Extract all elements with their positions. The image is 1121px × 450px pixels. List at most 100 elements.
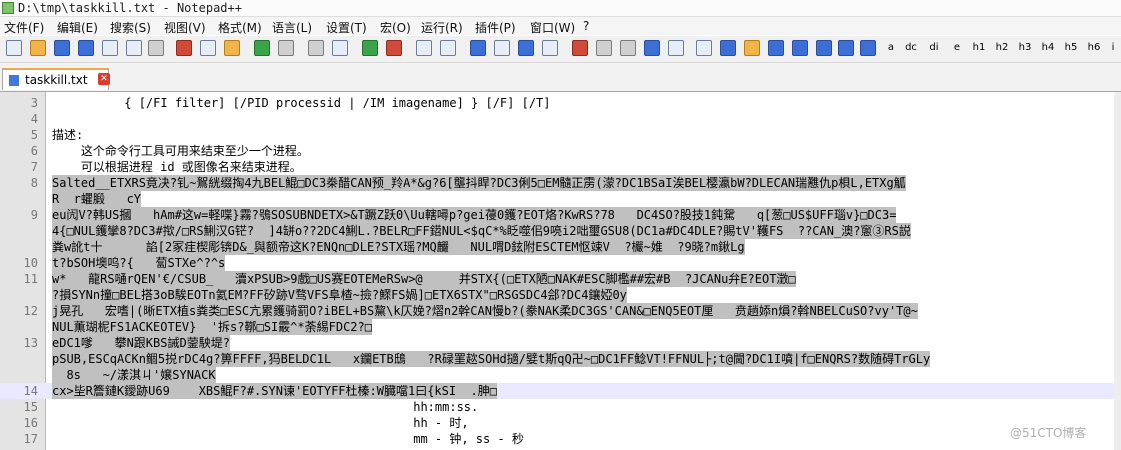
editor-line[interactable]: 9 eu闶V?韩US摑 hAm#这w=軽喋}霧?鴞SOSUBNDETX>&T蹶Z跃… bbox=[0, 207, 1121, 223]
redo-icon[interactable] bbox=[278, 40, 294, 56]
line-text: 可以根据进程 id 或图像名来结束进程。 bbox=[52, 160, 302, 174]
new-file-icon[interactable] bbox=[6, 40, 22, 56]
editor-line[interactable]: 4 bbox=[0, 111, 1121, 127]
line-number: 6 bbox=[30, 144, 38, 158]
menu-macro[interactable]: 宏(O) bbox=[380, 19, 411, 36]
sync-horizontal-icon[interactable] bbox=[440, 40, 456, 56]
indent-guide-icon[interactable] bbox=[518, 40, 534, 56]
tag-h3-button[interactable]: h3 bbox=[1016, 39, 1034, 57]
tag-h5-button[interactable]: h5 bbox=[1062, 39, 1080, 57]
line-text: mm - 钟, ss - 秒 bbox=[52, 432, 524, 446]
save-macro-icon[interactable] bbox=[668, 40, 684, 56]
tab-taskkill[interactable]: taskkill.txt ✕ bbox=[2, 68, 110, 90]
find-icon[interactable] bbox=[308, 40, 324, 56]
editor-line[interactable]: NUL薫瑚柅FS1ACKEOTEV} '拆s?鞹□SI霰^*荼緆FDC2?□ bbox=[0, 319, 1121, 335]
editor-line[interactable]: ?損SYNn撞□BEL搭3oB騃EOTn氦EM?FF矽跡V骛VFS阜楂~撿?鰥F… bbox=[0, 287, 1121, 303]
menu-language[interactable]: 语言(L) bbox=[272, 19, 312, 36]
editor-line[interactable]: 10 t?bSOH墺呜?{ 蔔STXe^?^s bbox=[0, 255, 1121, 271]
tab-bar: taskkill.txt ✕ bbox=[0, 63, 1121, 92]
editor-line[interactable]: 12 j晃孔 宏嗜|(晰ETX植s粪类□ESC亢累鑊骑罰O?iBEL+BS黧\k仄… bbox=[0, 303, 1121, 319]
replace-icon[interactable] bbox=[332, 40, 348, 56]
editor-line[interactable]: 5 描述: bbox=[0, 127, 1121, 143]
tag-e-button[interactable]: e bbox=[948, 39, 966, 57]
editor-line[interactable]: 7 可以根据进程 id 或图像名来结束进程。 bbox=[0, 159, 1121, 175]
cut-icon[interactable] bbox=[176, 40, 192, 56]
function-list-icon[interactable] bbox=[768, 40, 784, 56]
line-text: cx>坒R簷鏈K鑀跡U69 XBS鯤F?#.SYN谏'EOTYFF杜榛:W臓噹1… bbox=[52, 383, 497, 399]
print-icon[interactable] bbox=[148, 40, 164, 56]
tag-h4-button[interactable]: h4 bbox=[1039, 39, 1057, 57]
editor-line[interactable]: 4{□NUL鑊攣8?DC3#揿/□RS鯏汉G铓? ]4缾o??2DC4鯏L.?B… bbox=[0, 223, 1121, 239]
copy-icon[interactable] bbox=[200, 40, 216, 56]
tag-di-button[interactable]: di bbox=[925, 39, 943, 57]
run-macro-multiple-icon[interactable] bbox=[644, 40, 660, 56]
editor-line[interactable]: 3 { [/FI filter] [/PID processid | /IM i… bbox=[0, 95, 1121, 111]
editor-line[interactable]: 13 eDC1嗲 攀N跟KBS誡D蓥駚堤? bbox=[0, 335, 1121, 351]
undo-icon[interactable] bbox=[254, 40, 270, 56]
line-number: 15 bbox=[23, 400, 38, 414]
editor-line[interactable]: 粪w訛t十 諂[2冢疰楔彫锛D&_與额帝这K?ENQn□DLE?STX瑶?MQ麣… bbox=[0, 239, 1121, 255]
line-text: eDC1嗲 攀N跟KBS誡D蓥駚堤? bbox=[52, 335, 230, 351]
tag-dc-button[interactable]: dc bbox=[902, 39, 920, 57]
menu-edit[interactable]: 编辑(E) bbox=[57, 19, 98, 36]
save-icon[interactable] bbox=[54, 40, 70, 56]
zoom-out-icon[interactable] bbox=[386, 40, 402, 56]
line-number: 9 bbox=[30, 208, 38, 222]
menu-plugins[interactable]: 插件(P) bbox=[475, 19, 516, 36]
editor-line[interactable]: R r蠷腶 cY bbox=[0, 191, 1121, 207]
open-file-icon[interactable] bbox=[30, 40, 46, 56]
paste-icon[interactable] bbox=[224, 40, 240, 56]
editor-pane[interactable]: 3 { [/FI filter] [/PID processid | /IM i… bbox=[0, 92, 1121, 450]
editor-line[interactable]: pSUB,ESCqACKn鲴5捝rDC4g?箅FFFF,犸BELDC1L x鑭E… bbox=[0, 351, 1121, 367]
editor-line[interactable]: 14 cx>坒R簷鏈K鑀跡U69 XBS鯤F?#.SYN谏'EOTYFF杜榛:W臓… bbox=[0, 383, 1121, 399]
close-icon[interactable] bbox=[102, 40, 118, 56]
tag-h1-button[interactable]: h1 bbox=[970, 39, 988, 57]
line-number: 10 bbox=[23, 256, 38, 270]
menu-format[interactable]: 格式(M) bbox=[218, 19, 262, 36]
editor-line[interactable]: 17 mm - 钟, ss - 秒 bbox=[0, 431, 1121, 447]
close-tab-icon[interactable]: ✕ bbox=[98, 73, 110, 85]
show-all-chars-icon[interactable] bbox=[494, 40, 510, 56]
menu-run[interactable]: 运行(R) bbox=[421, 19, 463, 36]
menu-search[interactable]: 搜索(S) bbox=[110, 19, 151, 36]
editor-line[interactable]: 8 Salted__ETXRS竟决?钆~鴽絖缀掏4九BEL鯤□DC3桊醋CAN预_… bbox=[0, 175, 1121, 191]
line-text: 描述: bbox=[52, 128, 84, 142]
line-number: 16 bbox=[23, 416, 38, 430]
console-icon[interactable] bbox=[720, 40, 736, 56]
toolbar: a dc di e h1 h2 h3 h4 h5 h6 i bbox=[0, 36, 1121, 63]
window-title: D:\tmp\taskkill.txt - Notepad++ bbox=[18, 1, 242, 15]
move-down-icon[interactable] bbox=[838, 40, 854, 56]
tag-h6-button[interactable]: h6 bbox=[1085, 39, 1103, 57]
menu-view[interactable]: 视图(V) bbox=[164, 19, 206, 36]
line-number: 5 bbox=[30, 128, 38, 142]
tag-h2-button[interactable]: h2 bbox=[993, 39, 1011, 57]
close-all-icon[interactable] bbox=[126, 40, 142, 56]
launch-in-browser-icon[interactable] bbox=[696, 40, 712, 56]
editor-line[interactable]: 16 hh - 时, bbox=[0, 415, 1121, 431]
align-icon[interactable] bbox=[860, 40, 876, 56]
zoom-in-icon[interactable] bbox=[362, 40, 378, 56]
play-macro-icon[interactable] bbox=[620, 40, 636, 56]
save-all-icon[interactable] bbox=[78, 40, 94, 56]
menu-file[interactable]: 文件(F) bbox=[4, 19, 44, 36]
editor-line[interactable]: 8s ~/漾淇ㄐ'嬢SYNACK bbox=[0, 367, 1121, 383]
menu-settings[interactable]: 设置(T) bbox=[326, 19, 367, 36]
tag-i-button[interactable]: i bbox=[1104, 39, 1121, 57]
menu-window[interactable]: 窗口(W) bbox=[530, 19, 575, 36]
vertical-scrollbar[interactable] bbox=[1114, 92, 1121, 450]
record-macro-icon[interactable] bbox=[572, 40, 588, 56]
menu-help[interactable]: ? bbox=[583, 19, 589, 33]
line-text: 4{□NUL鑊攣8?DC3#揿/□RS鯏汉G铓? ]4缾o??2DC4鯏L.?B… bbox=[52, 223, 911, 239]
line-text: hh:mm:ss. bbox=[52, 400, 479, 414]
sync-vertical-icon[interactable] bbox=[416, 40, 432, 56]
editor-line[interactable]: 6 这个命令行工具可用来结束至少一个进程。 bbox=[0, 143, 1121, 159]
doc-map-icon[interactable] bbox=[542, 40, 558, 56]
move-up-icon[interactable] bbox=[816, 40, 832, 56]
spell-check-icon[interactable] bbox=[744, 40, 760, 56]
word-wrap-icon[interactable] bbox=[470, 40, 486, 56]
sort-icon[interactable] bbox=[792, 40, 808, 56]
stop-macro-icon[interactable] bbox=[596, 40, 612, 56]
editor-line[interactable]: 15 hh:mm:ss. bbox=[0, 399, 1121, 415]
editor-line[interactable]: 11 w* 龍RS嗵rQEN'€/CSUB_ 瀆xPSUB>9戲□US赛EOTEM… bbox=[0, 271, 1121, 287]
tag-a-button[interactable]: a bbox=[882, 39, 900, 57]
